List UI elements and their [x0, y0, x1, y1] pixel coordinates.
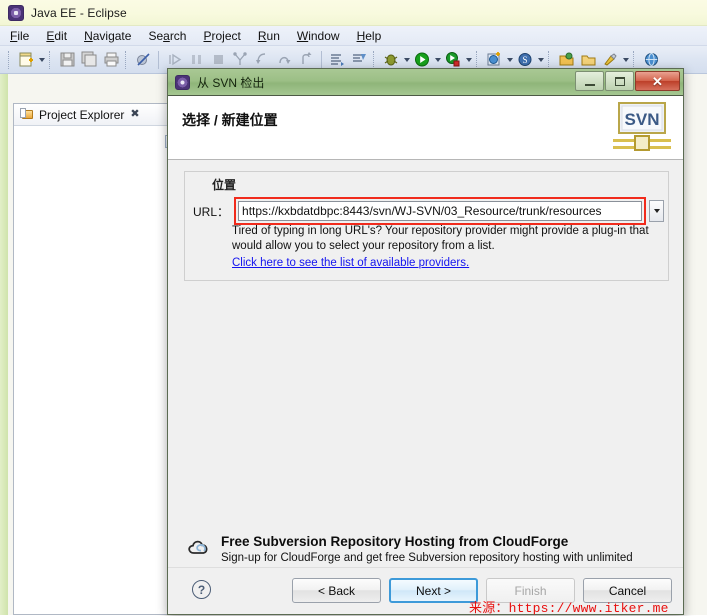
debug-icon[interactable]: [381, 50, 401, 70]
location-group: 位置 URL： Tired of typing in long URL's? Y…: [184, 171, 669, 281]
new-wizard-dropdown-icon[interactable]: [37, 50, 46, 70]
open-resource-icon[interactable]: [578, 50, 598, 70]
external-tools-dropdown-icon[interactable]: [464, 50, 473, 70]
debug-dropdown-icon[interactable]: [402, 50, 411, 70]
url-row: URL：: [193, 197, 665, 225]
eclipse-main-window: Java EE - Eclipse File Edit Navigate Sea…: [0, 0, 707, 616]
search-icon[interactable]: [600, 50, 620, 70]
open-task-icon[interactable]: [327, 50, 347, 70]
location-group-legend: 位置: [209, 176, 240, 193]
run-icon[interactable]: [412, 50, 432, 70]
menubar: File Edit Navigate Search Project Run Wi…: [0, 26, 707, 46]
new-task-icon[interactable]: [349, 50, 369, 70]
svg-text:SVN: SVN: [625, 110, 660, 129]
minimize-icon[interactable]: [575, 71, 604, 91]
project-explorer-label: Project Explorer: [39, 107, 125, 122]
terminate-icon[interactable]: [208, 50, 228, 70]
perspective-strip: [0, 74, 8, 615]
step-return-icon[interactable]: [296, 50, 316, 70]
cloud-icon: [185, 535, 215, 559]
search-dropdown-icon[interactable]: [621, 50, 630, 70]
toggle-breakpoint-icon[interactable]: [133, 50, 153, 70]
svn-checkout-dialog: 从 SVN 检出 ✕ 选择 / 新建位置 SVN 位置 URL： https:/…: [167, 68, 684, 615]
print-icon[interactable]: [101, 50, 121, 70]
step-into-selection-icon[interactable]: [230, 50, 250, 70]
page-title: 选择 / 新建位置: [182, 112, 278, 128]
dialog-header: 选择 / 新建位置 SVN: [168, 96, 683, 160]
step-into-icon[interactable]: [252, 50, 272, 70]
window-controls: ✕: [574, 71, 680, 91]
open-type-icon[interactable]: [556, 50, 576, 70]
toolbar-grip-6[interactable]: [548, 50, 552, 69]
menu-file[interactable]: File: [10, 29, 29, 43]
step-over-icon[interactable]: [274, 50, 294, 70]
watermark-prefix: 来源：: [469, 600, 509, 615]
new-web-project-icon[interactable]: [484, 50, 504, 70]
menu-navigate[interactable]: Navigate: [84, 29, 131, 43]
svn-logo-icon: SVN: [611, 101, 673, 154]
toolbar-grip-5[interactable]: [476, 50, 480, 69]
available-providers-link[interactable]: Click here to see the list of available …: [232, 257, 469, 269]
menu-help[interactable]: Help: [357, 29, 382, 43]
source-watermark: 来源：https://www.itker.me: [469, 597, 669, 616]
help-icon[interactable]: ?: [192, 580, 211, 599]
external-tools-icon[interactable]: [443, 50, 463, 70]
close-icon[interactable]: ✖: [130, 109, 139, 120]
project-explorer-tab[interactable]: Project Explorer ✖: [14, 104, 172, 126]
url-highlight-annotation: [234, 197, 647, 225]
suspend-icon[interactable]: [186, 50, 206, 70]
menu-run[interactable]: Run: [258, 29, 280, 43]
menu-search[interactable]: Search: [148, 29, 186, 43]
toolbar-separator-2: [321, 50, 322, 69]
toolbar-grip-2[interactable]: [49, 50, 53, 69]
next-button[interactable]: Next >: [389, 578, 478, 603]
back-button[interactable]: < Back: [292, 578, 381, 603]
watermark-url: https://www.itker.me: [508, 601, 669, 616]
dialog-titlebar[interactable]: 从 SVN 检出 ✕: [168, 69, 683, 96]
eclipse-icon: [8, 4, 24, 21]
toolbar-separator: [158, 50, 159, 69]
dialog-title: 从 SVN 检出: [197, 75, 265, 90]
menu-project[interactable]: Project: [203, 29, 240, 43]
new-web-project-dropdown-icon[interactable]: [505, 50, 514, 70]
toolbar-grip-3[interactable]: [125, 50, 129, 69]
menu-edit[interactable]: Edit: [46, 29, 67, 43]
new-wizard-icon[interactable]: [16, 50, 36, 70]
maximize-icon[interactable]: [605, 71, 634, 91]
toolbar-grip-7[interactable]: [633, 50, 637, 69]
url-history-dropdown-icon[interactable]: [649, 200, 665, 222]
url-label: URL：: [193, 204, 230, 219]
application-title: Java EE - Eclipse: [31, 5, 127, 20]
svg-text:S: S: [522, 55, 527, 65]
resume-icon[interactable]: [164, 50, 184, 70]
url-input[interactable]: [238, 201, 643, 221]
run-dropdown-icon[interactable]: [433, 50, 442, 70]
application-titlebar: Java EE - Eclipse: [0, 0, 707, 26]
project-explorer-view: Project Explorer ✖: [13, 103, 173, 615]
save-icon[interactable]: [57, 50, 77, 70]
new-server-icon[interactable]: S: [515, 50, 535, 70]
dialog-body: 位置 URL： Tired of typing in long URL's? Y…: [168, 160, 683, 579]
save-all-icon[interactable]: [79, 50, 99, 70]
close-icon[interactable]: ✕: [635, 71, 680, 91]
toolbar-grip[interactable]: [8, 50, 12, 69]
menu-window[interactable]: Window: [297, 29, 340, 43]
cloudforge-title: Free Subversion Repository Hosting from …: [221, 534, 569, 549]
url-hint-text: Tired of typing in long URL's? Your repo…: [232, 225, 649, 252]
eclipse-icon: [175, 74, 190, 90]
project-explorer-icon: [20, 108, 34, 121]
browser-icon[interactable]: [641, 50, 661, 70]
project-explorer-tree[interactable]: [14, 126, 172, 614]
new-server-dropdown-icon[interactable]: [536, 50, 545, 70]
toolbar-grip-4[interactable]: [373, 50, 377, 69]
